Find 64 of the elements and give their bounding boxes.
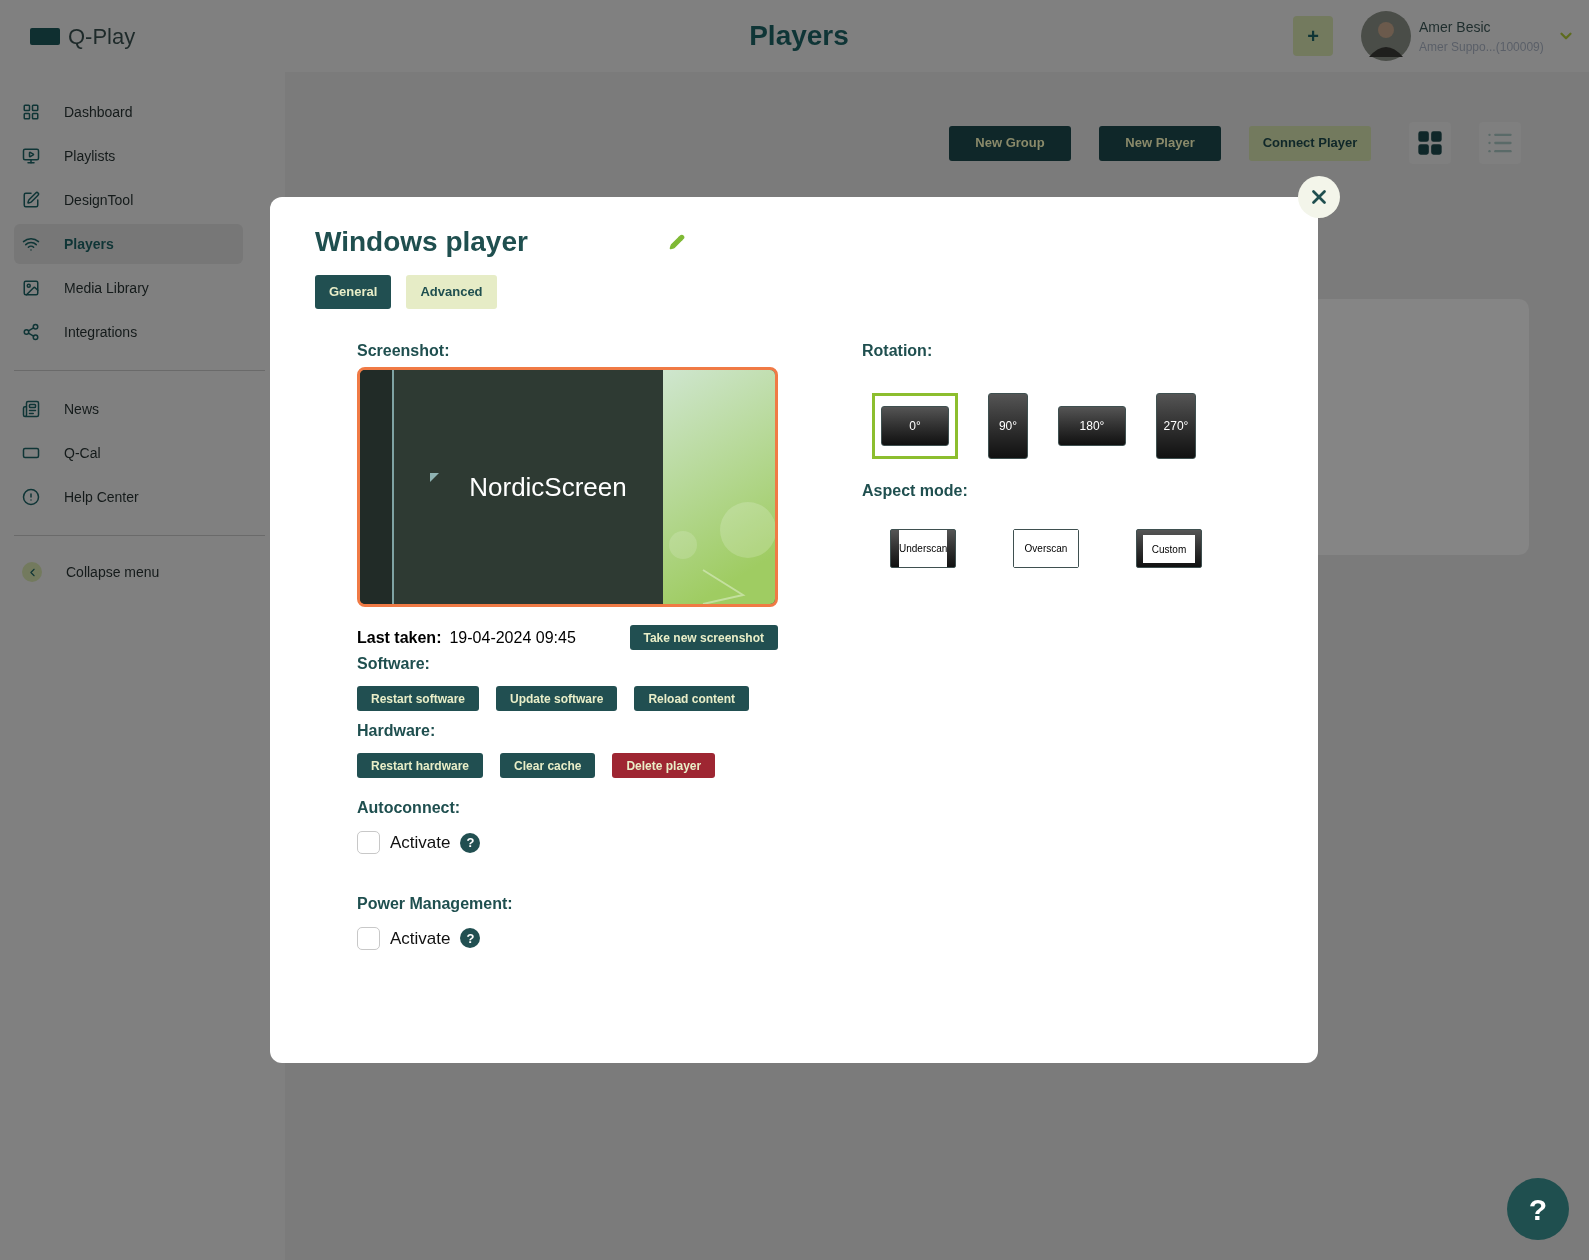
checkbox[interactable] <box>357 831 380 855</box>
user-name: Amer Besic <box>1419 17 1492 37</box>
section-label: Autoconnect: <box>357 798 462 818</box>
sidebar-item[interactable]: Media Library <box>14 268 243 308</box>
help-button[interactable]: ? <box>1507 1178 1569 1240</box>
last-taken-value: 19-04-2024 09:45 <box>449 627 576 648</box>
sidebar-item[interactable]: Playlists <box>14 136 243 176</box>
section-label: Power Management: <box>357 893 514 914</box>
checkbox-label: Activate <box>390 927 451 950</box>
pen-screen-icon <box>22 191 40 209</box>
sidebar-item[interactable]: Q-Cal <box>14 433 265 473</box>
action-button[interactable]: Delete player <box>612 753 716 778</box>
newspaper-icon <box>22 400 40 418</box>
aspect-option[interactable]: Underscan <box>890 529 956 568</box>
sidebar-item[interactable]: News <box>14 389 265 429</box>
sidebar-item[interactable]: Dashboard <box>14 92 243 132</box>
image-icon <box>22 279 40 297</box>
action-button[interactable]: Clear cache <box>500 753 596 778</box>
sidebar-item[interactable]: Integrations <box>14 312 243 352</box>
action-button[interactable]: Update software <box>496 686 618 711</box>
checkbox-label: Activate <box>390 832 451 854</box>
avatar <box>1361 11 1411 61</box>
toolbar-button[interactable]: New Player <box>1099 125 1221 161</box>
rotation-option[interactable]: 180° <box>1058 406 1126 446</box>
share-icon <box>22 323 40 341</box>
action-button[interactable]: Restart software <box>357 686 480 711</box>
dialog-title: Windows player <box>315 225 528 259</box>
help-icon[interactable]: ? <box>460 928 481 949</box>
grid-icon <box>1416 129 1444 157</box>
play-box-icon <box>22 147 40 165</box>
section-label: Screenshot: <box>357 341 451 361</box>
action-button[interactable]: Take new screenshot <box>629 625 778 650</box>
list-view-button[interactable] <box>1479 122 1521 164</box>
section-label: Aspect mode: <box>862 481 969 501</box>
action-button[interactable]: Reload content <box>634 686 750 711</box>
section-label: Rotation: <box>862 341 934 361</box>
section-label: Software: <box>357 654 431 674</box>
rotation-option[interactable]: 90° <box>988 393 1028 459</box>
grid-view-button[interactable] <box>1409 122 1451 164</box>
alert-icon <box>22 488 40 506</box>
sidebar-item[interactable]: DesignTool <box>14 180 243 220</box>
dashboard-icon <box>22 103 40 121</box>
tab[interactable]: Advanced <box>406 275 497 309</box>
help-icon[interactable]: ? <box>460 832 481 853</box>
pencil-icon[interactable] <box>669 234 685 250</box>
action-button[interactable]: Restart hardware <box>357 753 484 778</box>
checkbox[interactable] <box>357 926 380 950</box>
section-label: Hardware: <box>357 721 437 741</box>
rotation-option[interactable]: 270° <box>1156 393 1196 459</box>
rotation-option[interactable]: 0° <box>872 393 958 459</box>
close-button[interactable] <box>1298 176 1340 218</box>
logo-text: Q-Play <box>68 22 136 51</box>
toolbar-button[interactable]: New Group <box>949 125 1071 161</box>
aspect-option[interactable]: Custom <box>1136 529 1202 568</box>
chevron-left-icon <box>22 562 42 582</box>
logo-icon <box>30 27 60 45</box>
wifi-icon <box>22 235 40 253</box>
sidebar-item[interactable]: Help Center <box>14 477 265 517</box>
screen-text: NordicScreen <box>469 470 627 504</box>
tab[interactable]: General <box>315 275 392 309</box>
collapse-menu[interactable]: Collapse menu <box>14 554 265 590</box>
cursor-icon <box>430 472 440 482</box>
last-taken-label: Last taken: <box>357 627 442 648</box>
page-title: Players <box>749 19 849 53</box>
